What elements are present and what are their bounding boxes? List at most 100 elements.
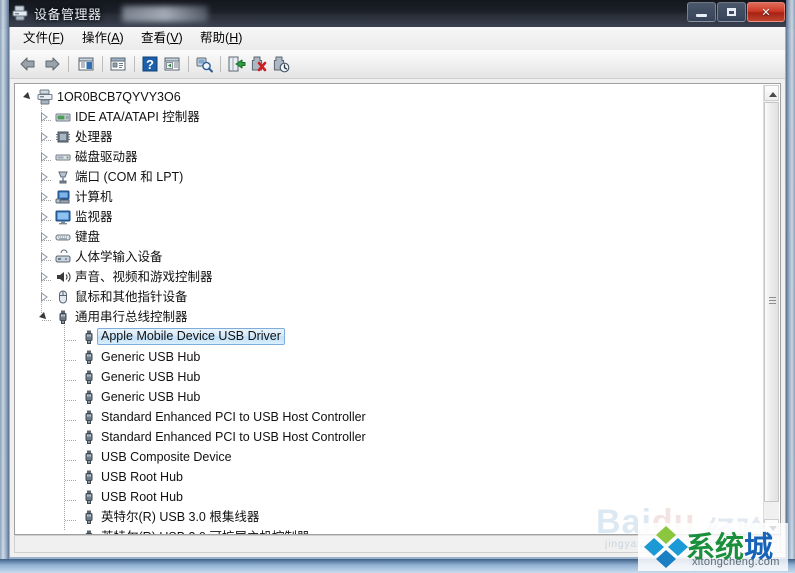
tree-device-label: USB Root Hub <box>101 490 183 504</box>
tree-connector-h <box>42 260 52 261</box>
help-question-icon: ? <box>142 56 158 72</box>
svg-text:?: ? <box>146 57 154 72</box>
keyboard-icon <box>55 229 71 245</box>
ide-controller-icon <box>55 109 71 125</box>
menu-item-help[interactable]: 帮助(H) <box>193 30 249 47</box>
tree-device-label: Apple Mobile Device USB Driver <box>97 328 285 345</box>
tree-category-label: 人体学输入设备 <box>75 250 163 264</box>
uninstall-device-button[interactable] <box>248 54 268 74</box>
tree-connector-h <box>65 440 77 441</box>
forward-button[interactable] <box>42 54 62 74</box>
tree-pane-icon <box>78 57 94 71</box>
tree-device-label: Generic USB Hub <box>101 350 201 364</box>
tree-device-label: Standard Enhanced PCI to USB Host Contro… <box>101 410 366 424</box>
window-client-area: 文件(F) 操作(A) 查看(V) 帮助(H) ? 1OR0BCB7QYVY3O… <box>9 27 786 558</box>
toolbar-separator-5 <box>220 56 221 72</box>
vertical-scrollbar[interactable] <box>763 85 779 534</box>
tree-category-label: 计算机 <box>75 190 113 204</box>
tree-connector-h <box>42 220 52 221</box>
toolbar-separator-4 <box>188 56 189 72</box>
usb-device-icon <box>81 449 97 465</box>
scan-magnifier-icon <box>196 57 213 73</box>
tree-device-label: 英特尔(R) USB 3.0 根集线器 <box>101 510 260 524</box>
toolbar-separator-3 <box>134 56 135 72</box>
usb-device-icon <box>81 429 97 445</box>
tree-connector-h <box>65 460 77 461</box>
title-blurred-region <box>122 6 208 22</box>
tree-device-label: Generic USB Hub <box>101 370 201 384</box>
disk-drive-icon <box>55 149 71 165</box>
processor-icon <box>55 129 71 145</box>
menu-item-action[interactable]: 操作(A) <box>75 30 131 47</box>
tree-category-label: 监视器 <box>75 210 113 224</box>
menu-item-view[interactable]: 查看(V) <box>134 30 190 47</box>
close-button[interactable]: ✕ <box>747 2 785 22</box>
scroll-up-arrow-icon <box>769 92 777 97</box>
help-button[interactable]: ? <box>140 54 160 74</box>
usb-device-icon <box>81 389 97 405</box>
show-hide-tree-button[interactable] <box>76 54 96 74</box>
hid-icon <box>55 249 71 265</box>
tree-category-label: 磁盘驱动器 <box>75 150 138 164</box>
tree-category-label: 端口 (COM 和 LPT) <box>75 170 184 184</box>
tree-connector-h <box>65 480 77 481</box>
usb-device-icon <box>81 349 97 365</box>
device-tree: 1OR0BCB7QYVY3O6 IDE ATA/ATAPI 控制器 处理器 磁盘驱动… <box>15 84 765 534</box>
menu-view-label: 查看 <box>141 31 167 45</box>
maximize-button[interactable] <box>717 2 746 22</box>
scrollbar-up-button[interactable] <box>764 85 779 101</box>
tree-device-label: USB Composite Device <box>101 450 232 464</box>
tree-device-label: Generic USB Hub <box>101 390 201 404</box>
tree-connector-h <box>65 380 77 381</box>
menu-item-file[interactable]: 文件(F) <box>16 30 71 47</box>
tree-connector-h <box>42 160 52 161</box>
usb-device-icon <box>81 509 97 525</box>
toolbar-separator-1 <box>68 56 69 72</box>
menu-action-label: 操作 <box>82 31 108 45</box>
port-icon <box>55 169 71 185</box>
mouse-icon <box>55 289 71 305</box>
tree-connector-h <box>42 320 52 321</box>
tree-connector-h <box>42 200 52 201</box>
computer-root-icon <box>37 89 53 105</box>
minimize-glyph <box>688 3 715 21</box>
title-bar[interactable]: 设备管理器 ✕ <box>0 0 795 27</box>
scrollbar-thumb[interactable] <box>764 102 779 502</box>
window-frame-left <box>0 0 9 573</box>
update-driver-icon <box>228 56 246 72</box>
usb-device-icon <box>81 489 97 505</box>
back-button[interactable] <box>18 54 38 74</box>
console-window-icon <box>164 57 180 71</box>
forward-arrow-icon <box>45 57 60 71</box>
status-bar <box>14 535 781 553</box>
console-button[interactable] <box>162 54 182 74</box>
menu-file-accel: F <box>52 31 60 45</box>
update-driver-button[interactable] <box>226 54 246 74</box>
back-arrow-icon <box>20 57 35 71</box>
minimize-button[interactable] <box>687 2 716 22</box>
window-title: 设备管理器 <box>34 7 102 22</box>
toolbar: ? <box>10 50 785 79</box>
device-manager-icon <box>12 5 28 21</box>
tree-device-label: Standard Enhanced PCI to USB Host Contro… <box>101 430 366 444</box>
usb-device-icon <box>81 329 97 345</box>
chevron-expanded-icon[interactable] <box>23 92 33 102</box>
window-frame-bottom <box>0 559 795 573</box>
toolbar-separator-2 <box>102 56 103 72</box>
disable-device-button[interactable] <box>270 54 290 74</box>
device-tree-pane[interactable]: 1OR0BCB7QYVY3O6 IDE ATA/ATAPI 控制器 处理器 磁盘驱动… <box>14 83 781 535</box>
computer-icon <box>55 189 71 205</box>
menu-bar: 文件(F) 操作(A) 查看(V) 帮助(H) <box>10 27 785 51</box>
tree-connector-h <box>65 340 77 341</box>
tree-category-label: 通用串行总线控制器 <box>75 310 188 324</box>
tree-category-label: 处理器 <box>75 130 113 144</box>
usb-device-icon <box>81 469 97 485</box>
usb-device-icon <box>81 409 97 425</box>
tree-connector-h <box>65 420 77 421</box>
scan-hardware-button[interactable] <box>194 54 214 74</box>
tree-root-label: 1OR0BCB7QYVY3O6 <box>57 90 181 104</box>
usb-controller-icon <box>55 309 71 325</box>
usb-device-icon <box>81 369 97 385</box>
tree-category-label: 键盘 <box>75 230 101 244</box>
properties-button[interactable] <box>108 54 128 74</box>
